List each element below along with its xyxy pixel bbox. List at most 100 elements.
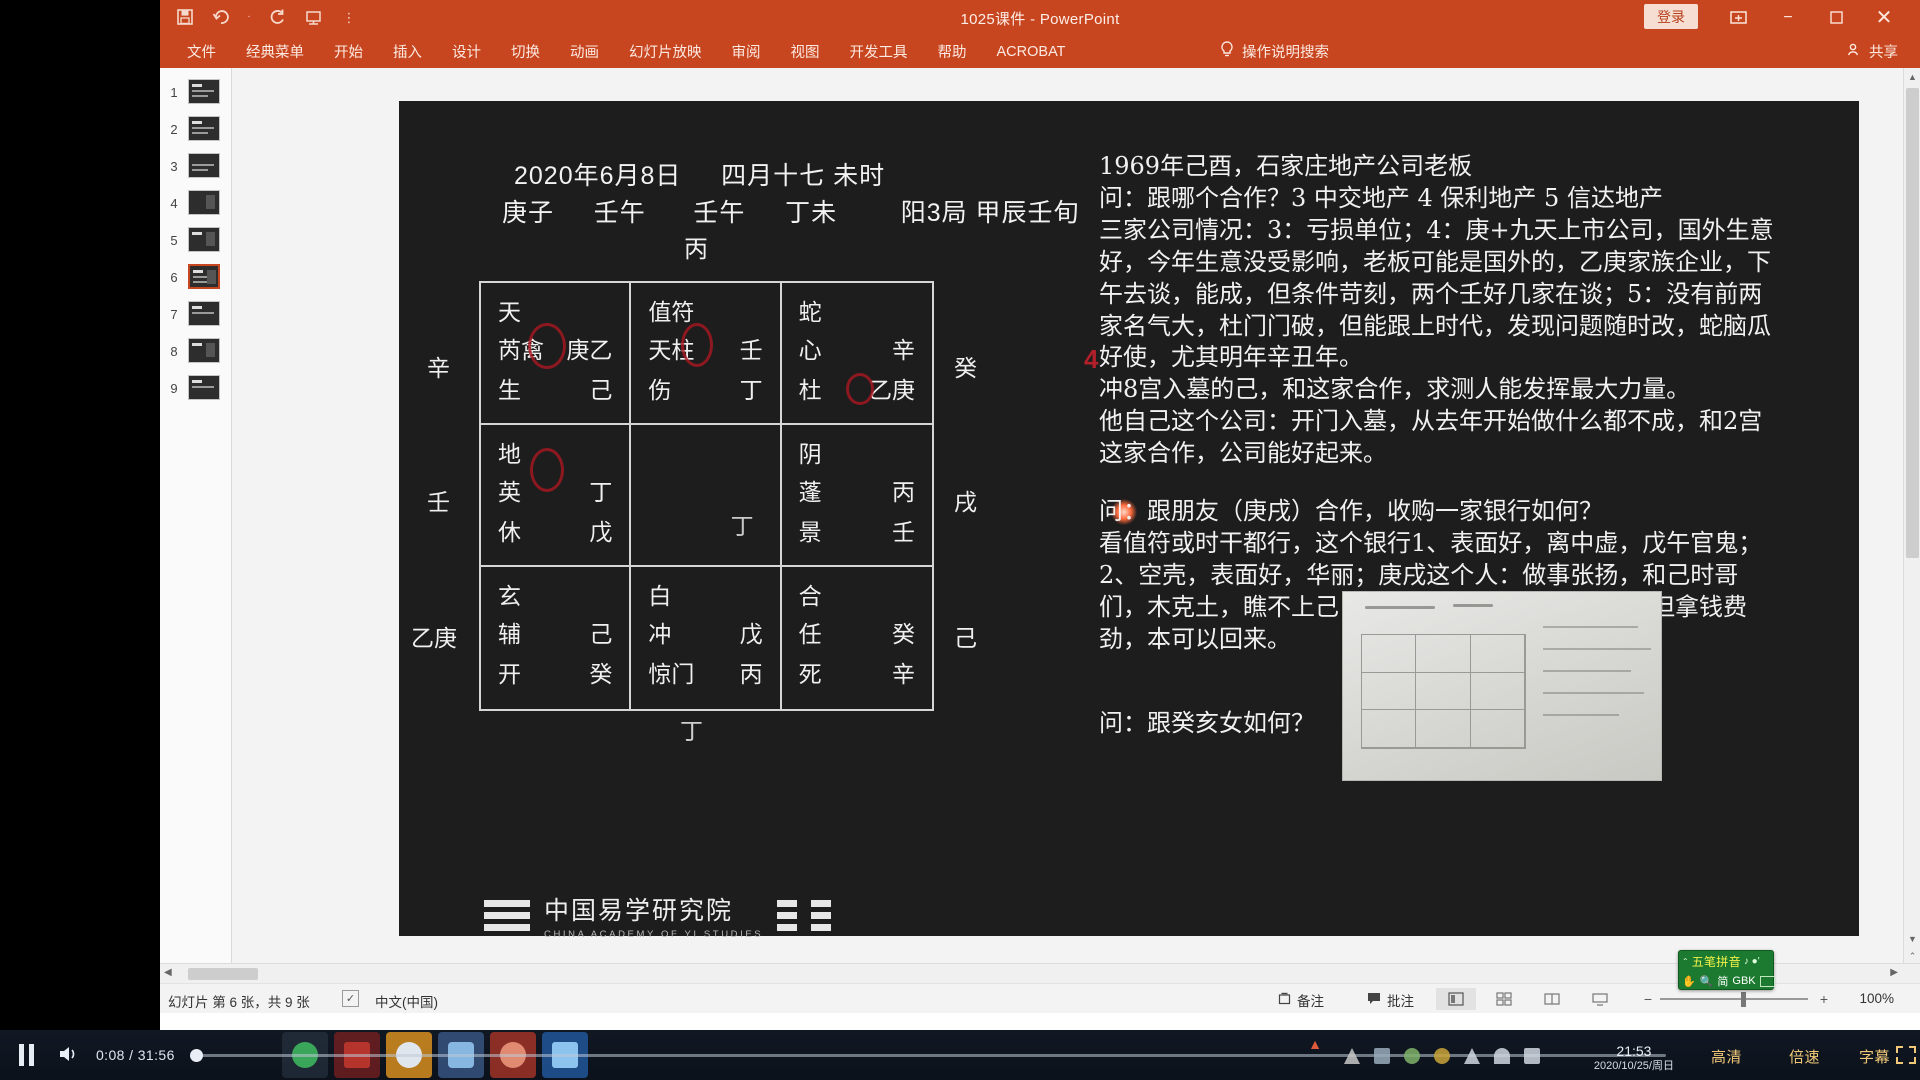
slide-editing-area[interactable]: 2020年6月8日 四月十七 未时 庚子 壬午 壬午 丁未 阳3局 甲辰壬旬 丙… — [232, 68, 1920, 983]
tab-view[interactable]: 视图 — [776, 35, 835, 68]
search-icon[interactable]: 🔍 — [1700, 975, 1714, 988]
spell-check-icon[interactable]: ✓ — [342, 990, 359, 1007]
zoom-slider-track[interactable] — [1660, 998, 1808, 1000]
pause-icon[interactable] — [14, 1043, 38, 1067]
zoom-out-button[interactable]: − — [1644, 991, 1652, 1007]
vertical-scroll-thumb[interactable] — [1906, 88, 1919, 558]
zoom-slider-handle[interactable] — [1741, 992, 1746, 1007]
tray-icon-4[interactable] — [1434, 1048, 1450, 1064]
tab-slideshow[interactable]: 幻灯片放映 — [614, 35, 717, 68]
minimize-icon[interactable]: − — [1766, 5, 1810, 30]
tab-help[interactable]: 帮助 — [923, 35, 982, 68]
ime-charset-label[interactable]: GBK — [1732, 975, 1755, 987]
notes-button[interactable]: 备注 — [1278, 990, 1324, 1010]
close-icon[interactable]: ✕ — [1862, 5, 1906, 30]
current-slide[interactable]: 2020年6月8日 四月十七 未时 庚子 壬午 壬午 丁未 阳3局 甲辰壬旬 丙… — [399, 101, 1859, 940]
grid-left-label-1: 辛 — [427, 355, 450, 381]
slide-sorter-icon[interactable] — [1484, 988, 1524, 1010]
cell-stem-bottom: 戊 — [589, 519, 613, 545]
vertical-scrollbar[interactable]: ▲ ▼ ⌃ ⌄ — [1903, 68, 1920, 983]
scroll-right-arrow[interactable]: ▶ — [1890, 967, 1898, 978]
horizontal-scroll-thumb[interactable] — [188, 968, 258, 980]
qimen-cell-2: 值符 天柱 壬 伤 丁 — [631, 283, 782, 425]
speed-button[interactable]: 倍速 — [1789, 1046, 1820, 1067]
cell-star: 天柱 — [648, 337, 695, 363]
cell-stem-bottom: 乙庚 — [868, 377, 915, 403]
cell-star: 心 — [798, 337, 822, 363]
tray-icon-3[interactable] — [1404, 1048, 1420, 1064]
ime-note-icon[interactable]: ♪ ●' — [1744, 956, 1760, 967]
ime-caret-icon[interactable]: ⌃ — [1682, 957, 1689, 966]
cell-gate: 生 — [498, 377, 521, 403]
cell-deity: 地 — [498, 441, 521, 467]
thumb-number: 7 — [170, 307, 178, 322]
maximize-icon[interactable] — [1814, 5, 1858, 30]
slide-thumbnail-8[interactable]: 8 — [164, 335, 230, 372]
slide-thumbnail-7[interactable]: 7 — [164, 298, 230, 335]
tab-classic-menu[interactable]: 经典菜单 — [231, 35, 319, 68]
slide-thumbnail-1[interactable]: 1 — [164, 76, 230, 113]
login-button[interactable]: 登录 — [1644, 4, 1698, 29]
thumb-number: 5 — [170, 233, 178, 248]
slideshow-view-icon[interactable] — [1580, 988, 1620, 1010]
cell-star: 冲 — [648, 621, 672, 647]
comments-button[interactable]: 批注 — [1367, 990, 1414, 1010]
slide-thumbnail-4[interactable]: 4 — [164, 187, 230, 224]
subtitle-button[interactable]: 字幕 — [1859, 1046, 1890, 1067]
tab-developer[interactable]: 开发工具 — [835, 35, 923, 68]
cell-stem-bottom: 己 — [589, 377, 613, 403]
speaker-tray-icon[interactable] — [1494, 1048, 1510, 1064]
progress-handle[interactable] — [190, 1049, 203, 1062]
slide-thumbnail-3[interactable]: 3 — [164, 150, 230, 187]
qimen-grid: 天 芮禽 庚乙 生 己 值符 天柱 壬 伤 丁 蛇 心 辛 杜 乙庚 地 英 丁… — [479, 281, 934, 711]
cell-deity: 白 — [648, 583, 672, 609]
tab-design[interactable]: 设计 — [437, 35, 496, 68]
reading-view-icon[interactable] — [1532, 988, 1572, 1010]
battery-icon[interactable] — [1524, 1048, 1540, 1064]
slide-thumbnail-5[interactable]: 5 — [164, 224, 230, 261]
cell-deity: 合 — [798, 583, 822, 609]
text-line-4: 冲8宫入墓的己，和这家合作，求测人能发挥最大力量。 — [1099, 375, 1691, 404]
tab-home[interactable]: 开始 — [319, 35, 378, 68]
tab-insert[interactable]: 插入 — [378, 35, 437, 68]
text-line-6: 问：跟朋友（庚戌）合作，收购一家银行如何？ — [1099, 497, 1603, 526]
slide-thumbnail-9[interactable]: 9 — [164, 372, 230, 409]
volume-icon[interactable] — [58, 1044, 80, 1070]
ime-toolbar[interactable]: ⌃ 五笔拼音 ♪ ●' ✋ 🔍 简 GBK — [1678, 950, 1775, 990]
slide-date-line: 2020年6月8日 四月十七 未时 — [514, 162, 886, 190]
share-button[interactable]: 共享 — [1847, 35, 1898, 68]
playback-time: 0:08 / 31:56 — [96, 1047, 175, 1063]
tray-icon-2[interactable] — [1374, 1048, 1390, 1064]
thumb-number: 6 — [170, 270, 178, 285]
fullscreen-icon[interactable] — [1896, 1046, 1916, 1064]
tray-alert-icon[interactable]: ▲ — [1308, 1036, 1322, 1052]
tab-review[interactable]: 审阅 — [717, 35, 776, 68]
notes-label: 备注 — [1297, 994, 1324, 1009]
tab-file[interactable]: 文件 — [172, 35, 231, 68]
scroll-left-arrow[interactable]: ◀ — [164, 967, 172, 978]
tab-animations[interactable]: 动画 — [555, 35, 614, 68]
tell-me-search[interactable]: 操作说明搜索 — [1220, 35, 1329, 68]
cell-stem-bottom: 辛 — [891, 661, 915, 687]
tab-transitions[interactable]: 切换 — [496, 35, 555, 68]
slide-thumbnail-2[interactable]: 2 — [164, 113, 230, 150]
scroll-up-arrow[interactable]: ▲ — [1904, 68, 1920, 85]
quality-button[interactable]: 高清 — [1711, 1046, 1742, 1067]
zoom-in-button[interactable]: + — [1820, 991, 1828, 1007]
taskbar-clock[interactable]: 21:53 2020/10/25/周日 — [1594, 1043, 1674, 1074]
scroll-down-arrow[interactable]: ▼ — [1904, 930, 1920, 947]
hand-icon[interactable]: ✋ — [1682, 975, 1696, 988]
ribbon-display-options-icon[interactable] — [1716, 5, 1760, 30]
keyboard-icon[interactable] — [1759, 975, 1775, 987]
cell-star: 英 — [498, 479, 521, 505]
tab-acrobat[interactable]: ACROBAT — [982, 35, 1081, 68]
language-indicator[interactable]: 中文(中国) — [375, 991, 438, 1011]
ime-name-label[interactable]: 五笔拼音 — [1692, 953, 1741, 970]
horizontal-scrollbar[interactable]: ◀ ▶ — [160, 963, 1920, 983]
cell-stem-top: 辛 — [891, 337, 915, 363]
ime-mode-label[interactable]: 简 — [1717, 973, 1728, 989]
zoom-level[interactable]: 100% — [1859, 991, 1894, 1006]
slide-thumbnail-6[interactable]: 6 — [164, 261, 230, 298]
slide-thumbnail-pane[interactable]: 1 2 3 4 5 6 7 8 9 — [160, 68, 232, 983]
normal-view-icon[interactable] — [1436, 988, 1476, 1010]
